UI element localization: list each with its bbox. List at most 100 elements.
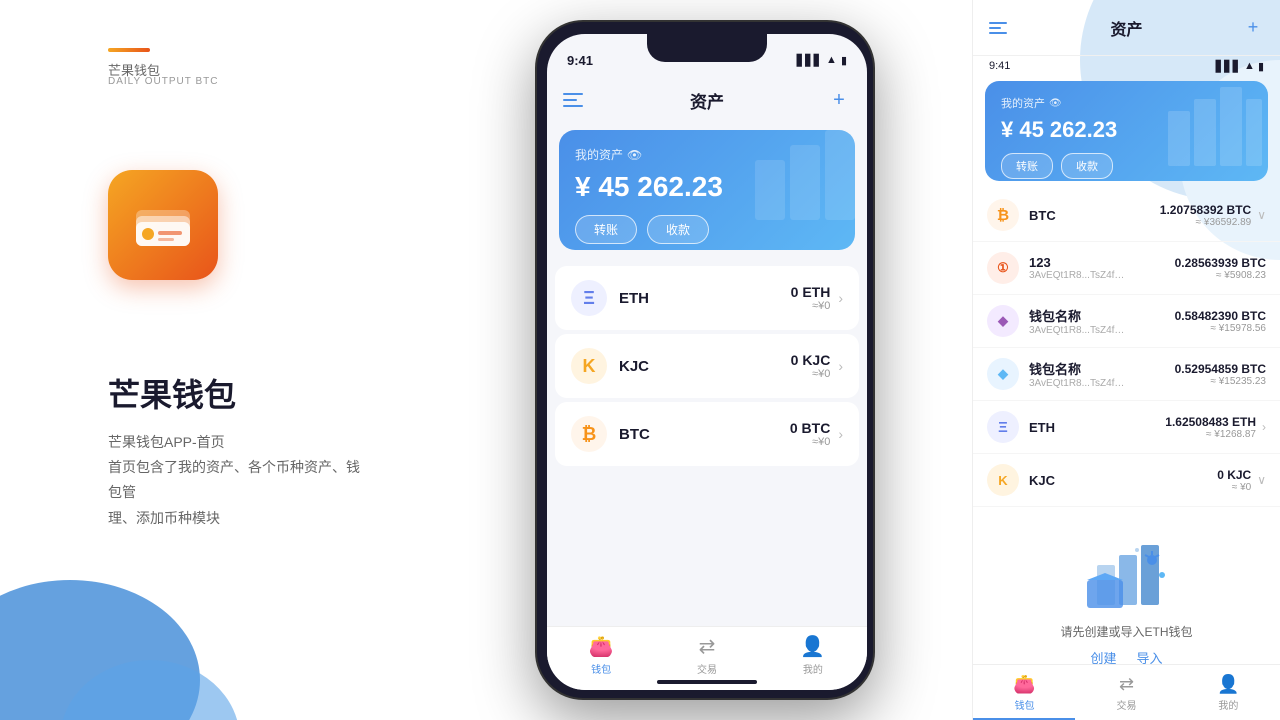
- create-wallet-illustration: [1077, 535, 1177, 615]
- asset-card-bg: [735, 130, 855, 240]
- signal-icon: ▋▋▋: [797, 54, 822, 67]
- right-coin-btc[interactable]: ₿ BTC 1.20758392 BTC ≈ ¥36592.89 ∨: [973, 189, 1280, 242]
- wifi-icon: ▲: [826, 54, 837, 66]
- right-eye-icon: 👁: [1049, 98, 1062, 109]
- right-eth-icon: Ξ: [987, 411, 1019, 443]
- right-kjc-arrow: ∨: [1257, 473, 1266, 487]
- btc-icon: ₿: [571, 416, 607, 452]
- receive-button-phone[interactable]: 收款: [647, 215, 709, 244]
- home-indicator: [657, 680, 757, 684]
- right-btc-arrow: ∨: [1257, 208, 1266, 222]
- right-eth-name: ETH: [1029, 420, 1165, 435]
- eth-name: ETH: [619, 290, 649, 307]
- right-receive-button[interactable]: 收款: [1061, 153, 1113, 179]
- right-123-addr: 3AvEQt1R8...TsZ4fpaRQ: [1029, 270, 1129, 281]
- right-eth-info: ETH: [1029, 420, 1165, 435]
- kjc-icon: K: [571, 348, 607, 384]
- coin-item-eth[interactable]: Ξ ETH 0 ETH ≈¥0 ›: [555, 266, 859, 330]
- right-123-balance: 0.28563939 BTC ≈ ¥5908.23: [1175, 256, 1266, 281]
- right-coin-123[interactable]: ① 123 3AvEQt1R8...TsZ4fpaRQ 0.28563939 B…: [973, 242, 1280, 295]
- right-kjc-name: KJC: [1029, 473, 1217, 488]
- eth-balance: 0 ETH ≈¥0: [791, 284, 831, 312]
- right-card-bg: [1158, 81, 1268, 181]
- import-wallet-link[interactable]: 导入: [1137, 648, 1163, 667]
- right-wallet1-info: 钱包名称 3AvEQt1R8...TsZ4fpaRQ: [1029, 306, 1175, 336]
- brand-sub: DAILY OUTPUT BTC: [108, 76, 218, 87]
- right-create-wallet: 请先创建或导入ETH钱包 创建 导入: [973, 519, 1280, 683]
- create-wallet-link[interactable]: 创建: [1090, 648, 1116, 667]
- wallet-nav-label: 钱包: [591, 661, 611, 676]
- right-wallet-nav-label: 钱包: [1015, 697, 1035, 712]
- phone-mockup: 9:41 ▋▋▋ ▲ ▮ 资产 +: [535, 20, 875, 700]
- right-panel: 资产 + 9:41 ▋▋▋ ▲ ▮ 我的资产 👁 ¥ 45 262.23 转账: [972, 0, 1280, 720]
- coin-item-kjc[interactable]: K KJC 0 KJC ≈¥0 ›: [555, 334, 859, 398]
- right-wallet1-addr: 3AvEQt1R8...TsZ4fpaRQ: [1029, 325, 1129, 336]
- profile-nav-label: 我的: [803, 661, 823, 676]
- right-coin-wallet1[interactable]: ◆ 钱包名称 3AvEQt1R8...TsZ4fpaRQ 0.58482390 …: [973, 295, 1280, 348]
- menu-icon[interactable]: [563, 88, 587, 112]
- right-transfer-button[interactable]: 转账: [1001, 153, 1053, 179]
- right-kjc-icon: K: [987, 464, 1019, 496]
- profile-nav-icon: 👤: [800, 634, 825, 659]
- status-time: 9:41: [567, 53, 593, 68]
- right-transaction-nav-label: 交易: [1117, 697, 1137, 712]
- right-status-icons: ▋▋▋ ▲ ▮: [1216, 60, 1264, 73]
- right-asset-card: 我的资产 👁 ¥ 45 262.23 转账 收款: [985, 81, 1268, 181]
- transaction-nav-label: 交易: [697, 661, 717, 676]
- right-battery-icon: ▮: [1258, 60, 1264, 73]
- right-wallet1-name: 钱包名称: [1029, 306, 1175, 325]
- right-btc-info: BTC: [1029, 208, 1160, 223]
- right-eth-balance: 1.62508483 ETH ≈ ¥1268.87: [1165, 415, 1256, 440]
- right-123-icon: ①: [987, 252, 1019, 284]
- wallet-nav-icon: 👛: [589, 634, 614, 659]
- right-wallet2-name: 钱包名称: [1029, 359, 1175, 378]
- phone-outer: 9:41 ▋▋▋ ▲ ▮ 资产 +: [535, 20, 875, 700]
- eye-icon: 👁: [627, 148, 642, 162]
- asset-card: 我的资产 👁 ¥ 45 262.23 转账 收款: [559, 130, 855, 250]
- right-wallet2-info: 钱包名称 3AvEQt1R8...TsZ4fpaRQ: [1029, 359, 1175, 389]
- right-add-button[interactable]: +: [1242, 17, 1264, 39]
- eth-arrow: ›: [838, 290, 843, 306]
- nav-wallet[interactable]: 👛 钱包: [589, 634, 614, 676]
- btc-balance: 0 BTC ≈¥0: [790, 420, 830, 448]
- app-title: 芒果钱包: [108, 370, 236, 416]
- right-wallet1-icon: ◆: [987, 305, 1019, 337]
- nav-transaction[interactable]: ⇄ 交易: [697, 634, 717, 676]
- nav-profile[interactable]: 👤 我的: [800, 634, 825, 676]
- battery-icon: ▮: [841, 54, 847, 67]
- app-icon: [108, 170, 218, 280]
- right-123-name: 123: [1029, 255, 1175, 270]
- right-header-title: 资产: [1110, 16, 1142, 40]
- kjc-balance: 0 KJC ≈¥0: [791, 352, 831, 380]
- phone-screen: 9:41 ▋▋▋ ▲ ▮ 资产 +: [547, 34, 867, 690]
- coin-item-btc[interactable]: ₿ BTC 0 BTC ≈¥0 ›: [555, 402, 859, 466]
- right-header: 资产 +: [973, 0, 1280, 56]
- right-kjc-balance: 0 KJC ≈ ¥0: [1217, 468, 1251, 493]
- phone-header: 资产 +: [547, 78, 867, 122]
- add-button[interactable]: +: [827, 88, 851, 112]
- right-create-text: 请先创建或导入ETH钱包: [1060, 623, 1192, 640]
- left-section: 芒果钱包 DAILY OUTPUT BTC 芒果钱包 芒果钱包APP-首页 首页…: [0, 0, 560, 720]
- right-wallet2-icon: ◆: [987, 358, 1019, 390]
- btc-arrow: ›: [838, 426, 843, 442]
- right-menu-icon[interactable]: [989, 17, 1011, 39]
- right-wallet2-addr: 3AvEQt1R8...TsZ4fpaRQ: [1029, 378, 1129, 389]
- phone-notch: [647, 34, 767, 62]
- status-icons: ▋▋▋ ▲ ▮: [797, 54, 847, 67]
- phone-header-title: 资产: [690, 88, 724, 113]
- right-create-links: 创建 导入: [1090, 648, 1162, 667]
- right-status-time: 9:41: [989, 60, 1010, 73]
- right-coin-kjc[interactable]: K KJC 0 KJC ≈ ¥0 ∨: [973, 454, 1280, 507]
- app-icon-svg: [128, 190, 198, 260]
- right-statusbar: 9:41 ▋▋▋ ▲ ▮: [973, 56, 1280, 73]
- right-123-info: 123 3AvEQt1R8...TsZ4fpaRQ: [1029, 255, 1175, 281]
- transfer-button-phone[interactable]: 转账: [575, 215, 637, 244]
- right-coin-eth[interactable]: Ξ ETH 1.62508483 ETH ≈ ¥1268.87 ›: [973, 401, 1280, 454]
- right-kjc-info: KJC: [1029, 473, 1217, 488]
- transaction-nav-icon: ⇄: [699, 634, 716, 659]
- right-wallet1-balance: 0.58482390 BTC ≈ ¥15978.56: [1175, 309, 1266, 334]
- kjc-name: KJC: [619, 358, 649, 375]
- coin-list-phone: Ξ ETH 0 ETH ≈¥0 › K KJC 0 KJC: [547, 262, 867, 634]
- right-wallet2-balance: 0.52954859 BTC ≈ ¥15235.23: [1175, 362, 1266, 387]
- right-coin-wallet2[interactable]: ◆ 钱包名称 3AvEQt1R8...TsZ4fpaRQ 0.52954859 …: [973, 348, 1280, 401]
